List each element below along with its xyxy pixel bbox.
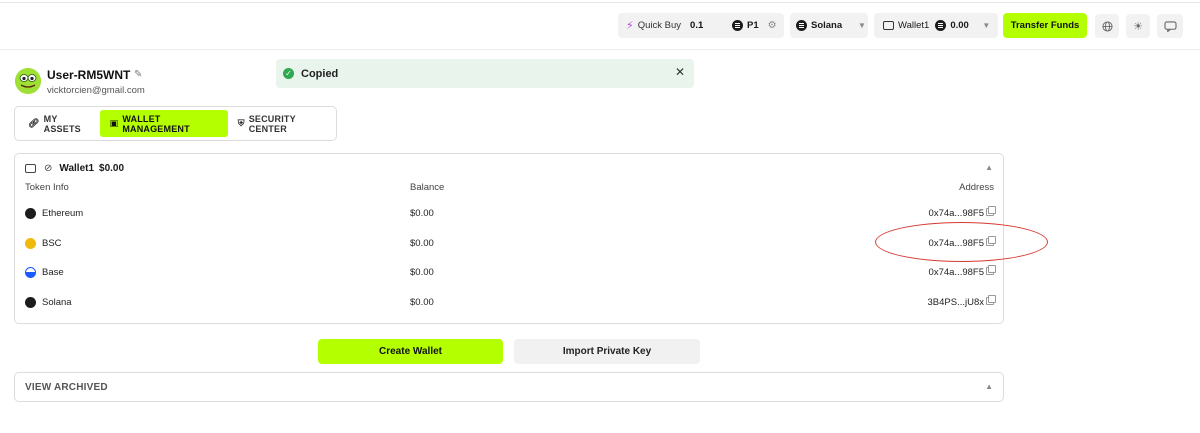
shield-icon: ⛨ <box>237 118 245 128</box>
quick-buy-amount-input[interactable]: 0.1 <box>690 20 732 31</box>
bsc-icon <box>25 238 36 249</box>
token-name: Base <box>42 267 64 278</box>
user-email: vicktorcien@gmail.com <box>47 85 145 96</box>
table-row: Solana $0.00 3B4PS...jU8x <box>15 292 1003 314</box>
token-name: BSC <box>42 238 62 249</box>
close-icon[interactable]: ✕ <box>675 65 685 79</box>
column-header-balance: Balance <box>410 182 445 193</box>
wallet-icon: ▣ <box>109 118 119 128</box>
tab-label: MY ASSETS <box>43 113 81 134</box>
support-button[interactable] <box>1157 14 1183 38</box>
wallet-name: Wallet1 <box>59 163 95 174</box>
chevron-up-icon: ▲ <box>985 382 993 391</box>
table-row: Base $0.00 0x74a...98F5 <box>15 262 1003 284</box>
quick-buy-control[interactable]: ⚡ Quick Buy 0.1 P1 ⚙ <box>618 13 784 38</box>
token-address: 3B4PS...jU8x <box>927 297 985 308</box>
chevron-down-icon: ▼ <box>858 21 866 30</box>
eye-off-icon[interactable]: ⊘ <box>44 163 52 174</box>
gear-icon[interactable]: ⚙ <box>768 20 777 31</box>
wallet-icon <box>25 164 36 173</box>
collapse-icon[interactable]: ▲ <box>985 163 993 172</box>
network-label: Solana <box>811 20 843 31</box>
solana-icon <box>796 20 807 31</box>
avatar[interactable] <box>15 68 41 94</box>
check-circle-icon: ✓ <box>283 68 294 79</box>
copy-icon[interactable] <box>986 265 996 275</box>
globe-icon <box>1101 20 1113 32</box>
token-balance: $0.00 <box>410 208 434 219</box>
wallet-balance: $0.00 <box>99 163 125 174</box>
token-balance: $0.00 <box>410 267 434 278</box>
account-tabs: 🔗︎ MY ASSETS ▣ WALLET MANAGEMENT ⛨ SECUR… <box>14 106 337 141</box>
theme-toggle-button[interactable]: ☀ <box>1126 14 1150 38</box>
wallet-selector[interactable]: Wallet1 0.00 ▼ <box>874 13 998 38</box>
table-row: BSC $0.00 0x74a...98F5 <box>15 233 1003 255</box>
wallet-panel-header[interactable]: ⊘ Wallet1 $0.00 <box>25 163 124 174</box>
frog-avatar-icon <box>15 68 41 94</box>
token-name: Solana <box>42 297 72 308</box>
lightning-icon: ⚡ <box>626 20 634 32</box>
solana-icon <box>732 20 744 31</box>
import-private-key-button[interactable]: Import Private Key <box>514 339 700 364</box>
wallet-selector-label: Wallet1 <box>898 20 930 31</box>
preset-selector[interactable]: P1 <box>747 20 759 31</box>
token-address: 0x74a...98F5 <box>928 267 984 278</box>
token-address: 0x74a...98F5 <box>928 208 984 219</box>
tab-my-assets[interactable]: 🔗︎ MY ASSETS <box>18 110 100 137</box>
quick-buy-label: Quick Buy <box>637 20 682 31</box>
chevron-down-icon: ▼ <box>982 21 991 30</box>
view-archived-label: VIEW ARCHIVED <box>25 382 108 393</box>
link-icon: 🔗︎ <box>28 118 40 128</box>
ethereum-icon <box>25 208 36 219</box>
view-archived-section[interactable]: VIEW ARCHIVED ▲ <box>14 372 1004 402</box>
toast-message: Copied <box>301 67 339 80</box>
pencil-icon[interactable]: ✎ <box>134 69 142 80</box>
column-header-token: Token Info <box>25 182 69 193</box>
solana-icon <box>25 297 36 308</box>
tab-security-center[interactable]: ⛨ SECURITY CENTER <box>228 110 336 137</box>
copy-icon[interactable] <box>986 295 996 305</box>
solana-icon <box>935 20 947 31</box>
base-icon <box>25 267 36 278</box>
copy-icon[interactable] <box>986 206 996 216</box>
wallet-selector-amount: 0.00 <box>950 20 969 31</box>
top-divider <box>0 2 1200 3</box>
tab-wallet-management[interactable]: ▣ WALLET MANAGEMENT <box>99 110 228 137</box>
sun-icon: ☀ <box>1133 20 1143 33</box>
transfer-funds-button[interactable]: Transfer Funds <box>1003 13 1087 38</box>
username: User-RM5WNT <box>47 68 131 82</box>
wallet-panel: ⊘ Wallet1 $0.00 ▲ Token Info Balance Add… <box>14 153 1004 324</box>
network-selector[interactable]: Solana ▼ <box>790 13 868 38</box>
wallet-icon <box>883 21 894 30</box>
language-button[interactable] <box>1095 14 1119 38</box>
column-header-address: Address <box>959 182 994 193</box>
create-wallet-button[interactable]: Create Wallet <box>318 339 503 364</box>
table-row: Ethereum $0.00 0x74a...98F5 <box>15 203 1003 225</box>
token-balance: $0.00 <box>410 238 434 249</box>
tab-label: WALLET MANAGEMENT <box>122 113 190 134</box>
highlight-annotation <box>875 222 1048 262</box>
tab-label: SECURITY CENTER <box>248 113 296 134</box>
copied-toast: ✓ Copied ✕ <box>276 59 694 88</box>
chat-icon <box>1163 20 1177 32</box>
token-name: Ethereum <box>42 208 84 219</box>
header-divider <box>0 49 1200 50</box>
token-balance: $0.00 <box>410 297 434 308</box>
